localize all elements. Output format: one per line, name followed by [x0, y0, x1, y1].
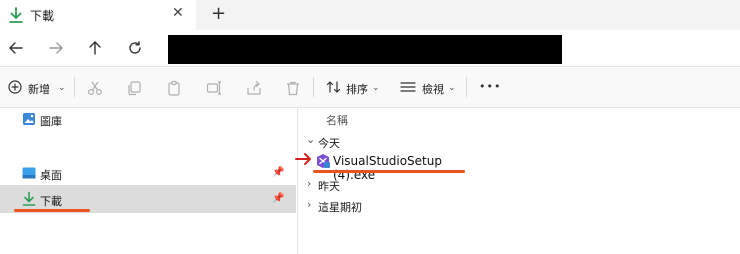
group-label: 這星期初: [318, 201, 362, 214]
refresh-icon: [129, 41, 141, 54]
cut-icon[interactable]: [87, 80, 103, 96]
refresh-button[interactable]: [125, 38, 145, 58]
group-header-today[interactable]: ⌄ 今天: [304, 133, 424, 151]
arrow-right-icon: [49, 42, 63, 54]
pin-icon[interactable]: 📌: [272, 193, 284, 204]
annotation-underline: [14, 209, 90, 212]
new-label: 新增: [28, 83, 50, 96]
more-options-button[interactable]: •••: [479, 80, 501, 93]
arrow-up-icon: [89, 41, 101, 55]
view-list-icon: [400, 82, 416, 92]
nav-item-label: 圖庫: [40, 115, 62, 128]
chevron-down-icon: ⌄: [448, 83, 456, 93]
up-button[interactable]: [85, 38, 105, 58]
chevron-down-icon: ⌄: [372, 83, 380, 93]
toolbar-divider: [313, 77, 314, 97]
plus-circle-icon: [8, 80, 22, 94]
address-bar[interactable]: [168, 35, 562, 64]
new-tab-button[interactable]: +: [211, 3, 226, 24]
sort-icon: [326, 81, 341, 93]
chevron-down-icon: ⌄: [306, 133, 316, 146]
group-label: 昨天: [318, 180, 340, 193]
paste-icon[interactable]: [166, 80, 182, 96]
visual-studio-installer-icon: [317, 154, 330, 168]
chevron-down-icon: ⌄: [58, 83, 66, 93]
tab-title: 下載: [30, 9, 55, 23]
back-button[interactable]: [6, 38, 26, 58]
view-label: 檢視: [422, 83, 444, 96]
toolbar-divider: [74, 77, 75, 97]
group-label: 今天: [318, 137, 340, 150]
forward-button[interactable]: [46, 38, 66, 58]
file-row[interactable]: VisualStudioSetup (4).exe: [314, 152, 474, 182]
annotation-underline: [313, 170, 465, 173]
chevron-right-icon: ›: [307, 198, 312, 211]
nav-item-gallery[interactable]: 圖庫: [0, 110, 296, 130]
chevron-right-icon: ›: [307, 177, 312, 190]
copy-icon[interactable]: [126, 80, 142, 96]
new-button[interactable]: 新增 ⌄: [8, 79, 68, 97]
desktop-icon: [22, 167, 36, 179]
nav-item-label: 桌面: [40, 169, 62, 182]
view-button[interactable]: 檢視 ⌄: [400, 79, 456, 97]
toolbar-divider: [466, 77, 467, 97]
nav-item-desktop[interactable]: 桌面 📌: [0, 164, 296, 184]
sort-label: 排序: [346, 83, 368, 96]
pin-icon[interactable]: 📌: [272, 167, 284, 178]
share-icon[interactable]: [246, 80, 262, 96]
annotation-arrow: [295, 153, 311, 165]
download-icon: [22, 191, 36, 206]
download-icon: [9, 7, 23, 23]
tab-close-button[interactable]: ✕: [172, 5, 184, 21]
group-header-earlier-this-week[interactable]: › 這星期初: [304, 197, 424, 215]
gallery-icon: [23, 113, 35, 125]
arrow-left-icon: [9, 42, 23, 54]
sort-button[interactable]: 排序 ⌄: [326, 79, 382, 97]
delete-icon[interactable]: [285, 80, 301, 96]
nav-item-label: 下載: [40, 195, 62, 208]
group-header-yesterday[interactable]: › 昨天: [304, 176, 424, 194]
column-header-name[interactable]: 名稱: [326, 112, 348, 128]
pane-divider[interactable]: [297, 108, 298, 254]
rename-icon[interactable]: [206, 80, 222, 96]
